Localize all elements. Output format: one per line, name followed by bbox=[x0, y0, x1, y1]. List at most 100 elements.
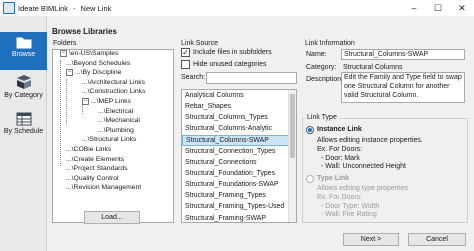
collapse-icon[interactable]: − bbox=[82, 98, 89, 105]
type-link-description: Allows editing type properties. Ex. For … bbox=[317, 185, 410, 220]
folder-tree-item[interactable]: ...\Construction Links bbox=[82, 88, 145, 95]
instance-link-radio[interactable]: Instance Link bbox=[306, 126, 362, 134]
folder-tree-item[interactable]: ...\Revision Management bbox=[66, 184, 141, 191]
list-item[interactable]: Structural_Framing_Types-Used bbox=[182, 202, 296, 213]
radio-button[interactable] bbox=[306, 126, 314, 134]
sidebar-item-label: Browse bbox=[11, 51, 36, 58]
list-item[interactable]: Rebar_Shapes bbox=[182, 101, 296, 112]
search-input[interactable] bbox=[206, 72, 297, 84]
instance-line: Allows editing instance properties. bbox=[317, 137, 423, 144]
radio-button[interactable] bbox=[306, 175, 314, 183]
type-line: - Wall: Fire Rating bbox=[321, 211, 377, 219]
folder-tree-label: ...\Quality Control bbox=[66, 174, 119, 182]
sidebar-item-browse[interactable]: Browse bbox=[0, 32, 47, 70]
description-label: Description: bbox=[306, 76, 343, 83]
category-label: Category: bbox=[306, 64, 337, 71]
list-item[interactable]: Structural_Columns-Analytic bbox=[182, 124, 296, 135]
folder-tree-label: ...\Structural Links bbox=[82, 136, 137, 144]
folder-tree-item[interactable]: ...\Project Standards bbox=[66, 165, 128, 172]
sidebar-item-by-schedule[interactable]: By Schedule bbox=[0, 108, 47, 146]
scrollbar-thumb[interactable] bbox=[290, 94, 295, 158]
close-button[interactable]: ✕ bbox=[450, 0, 474, 16]
folder-tree-label: ...\MEP Links bbox=[91, 98, 131, 105]
category-value: Structural Columns bbox=[343, 64, 403, 71]
checkbox-box[interactable]: ✓ bbox=[181, 48, 190, 57]
list-item[interactable]: Structural_Columns_Types bbox=[182, 112, 296, 123]
instance-link-description: Allows editing instance properties. Ex. … bbox=[317, 137, 423, 172]
folder-icon bbox=[16, 37, 31, 49]
bimlink-window: Ideate BIMLink - New Link – ☐ ✕ Browse B… bbox=[0, 0, 474, 251]
next-button[interactable]: Next > bbox=[343, 233, 399, 246]
type-line: - Door Type: Width bbox=[321, 202, 380, 210]
folder-tree-item[interactable]: − ...\MEP Links bbox=[82, 98, 131, 105]
list-item[interactable]: Structural_Columns-SWAP bbox=[182, 134, 296, 146]
list-item[interactable]: Structural_Connection_Types bbox=[182, 146, 296, 157]
folder-tree-label: ...\Project Standards bbox=[66, 165, 128, 173]
schedule-icon bbox=[16, 112, 31, 126]
folder-tree-item[interactable]: ...\Structural Links bbox=[82, 136, 136, 143]
folder-tree-label: ...\Architectural Links bbox=[82, 78, 146, 86]
folder-tree-label: ...\Revision Management bbox=[66, 184, 142, 192]
list-item[interactable]: Structural_Framing_Types bbox=[182, 191, 296, 202]
list-item[interactable]: Structural_Framing-SWAP bbox=[182, 213, 296, 222]
folder-tree-item[interactable]: − ...\By Discipline bbox=[66, 69, 122, 77]
category-icon bbox=[16, 75, 31, 89]
include-subfolders-checkbox[interactable]: ✓ Include files in subfolders bbox=[181, 48, 272, 57]
load-button[interactable]: Load... bbox=[84, 211, 140, 224]
sidebar-item-by-category[interactable]: By Category bbox=[0, 70, 47, 108]
instance-line: - Door: Mark bbox=[321, 154, 360, 162]
folder-tree-item[interactable]: ...\Architectural Links bbox=[82, 79, 145, 86]
minimize-button[interactable]: – bbox=[402, 0, 426, 16]
name-label: Name: bbox=[306, 51, 327, 58]
sidebar-item-label: By Schedule bbox=[3, 128, 44, 135]
window-title: New Link bbox=[80, 3, 112, 13]
description-field[interactable]: Edit the Family and Type field to swap o… bbox=[341, 72, 465, 103]
list-item[interactable]: Structural_Foundations-SWAP bbox=[182, 180, 296, 191]
sidebar: Browse By Category By Schedule bbox=[0, 16, 47, 251]
app-title: Ideate BIMLink bbox=[18, 3, 69, 13]
cancel-button[interactable]: Cancel bbox=[408, 233, 466, 246]
folder-tree-item[interactable]: ...\COBie Links bbox=[66, 146, 111, 153]
folder-tree-item[interactable]: ...\Mechanical bbox=[98, 117, 140, 124]
list-item[interactable]: Analytical Columns bbox=[182, 90, 296, 101]
folder-tree-label: ...\By Discipline bbox=[75, 69, 122, 77]
maximize-button[interactable]: ☐ bbox=[426, 0, 450, 16]
folder-tree-label: ...\Construction Links bbox=[82, 88, 146, 96]
folder-tree-item[interactable]: ...\Create Elements bbox=[66, 156, 124, 163]
link-source-label: Link Source bbox=[181, 40, 218, 47]
type-link-radio[interactable]: Type Link bbox=[306, 175, 349, 183]
name-field[interactable]: Structural_Columns-SWAP bbox=[341, 49, 465, 60]
list-item[interactable]: Structural_Connections bbox=[182, 157, 296, 168]
type-line: Ex. For Doors: bbox=[317, 193, 363, 201]
collapse-icon[interactable]: − bbox=[66, 69, 73, 77]
folder-tree-label: ...\Mechanical bbox=[98, 117, 140, 125]
link-source-list: Analytical Columns Rebar_Shapes Structural… bbox=[181, 89, 297, 223]
folder-tree-item[interactable]: ...\Beyond Schedules bbox=[66, 60, 130, 67]
folder-tree-label: ...\Electrical bbox=[98, 107, 134, 115]
folder-tree-label: \en-US\Samples bbox=[69, 50, 119, 57]
folder-tree-item[interactable]: ...\Electrical bbox=[98, 108, 133, 115]
list-item[interactable]: Structural_Foundation_Types bbox=[182, 168, 296, 179]
collapse-icon[interactable]: − bbox=[60, 50, 67, 57]
type-line: Allows editing type properties. bbox=[317, 185, 410, 192]
instance-line: Ex. For Doors: bbox=[317, 145, 363, 153]
title-separator: - bbox=[73, 3, 76, 13]
page-title: Browse Libraries bbox=[52, 27, 117, 36]
description-line: valid Structural Column. bbox=[344, 91, 419, 99]
sidebar-item-label: By Category bbox=[4, 92, 43, 99]
folder-tree-item[interactable]: ...\Quality Control bbox=[66, 175, 119, 182]
checkbox-box[interactable] bbox=[181, 60, 190, 69]
instance-line: - Wall: Unconnected Height bbox=[321, 163, 406, 171]
hide-unused-checkbox[interactable]: Hide unused categories bbox=[181, 60, 267, 69]
description-line: one Structural Column for another bbox=[344, 82, 450, 90]
description-line: Edit the Family and Type field to swap bbox=[344, 74, 462, 81]
folder-tree-item[interactable]: ...\Plumbing bbox=[98, 127, 134, 134]
search-label: Search: bbox=[181, 74, 206, 81]
list-scrollbar[interactable] bbox=[288, 90, 296, 222]
folder-tree-item[interactable]: − \en-US\Samples bbox=[60, 50, 119, 57]
include-subfolders-label: Include files in subfolders bbox=[193, 49, 272, 56]
app-icon bbox=[3, 2, 15, 14]
folder-tree-label: ...\Plumbing bbox=[98, 126, 134, 134]
type-link-title: Type Link bbox=[317, 175, 350, 182]
link-info-label: Link Information bbox=[305, 40, 355, 47]
